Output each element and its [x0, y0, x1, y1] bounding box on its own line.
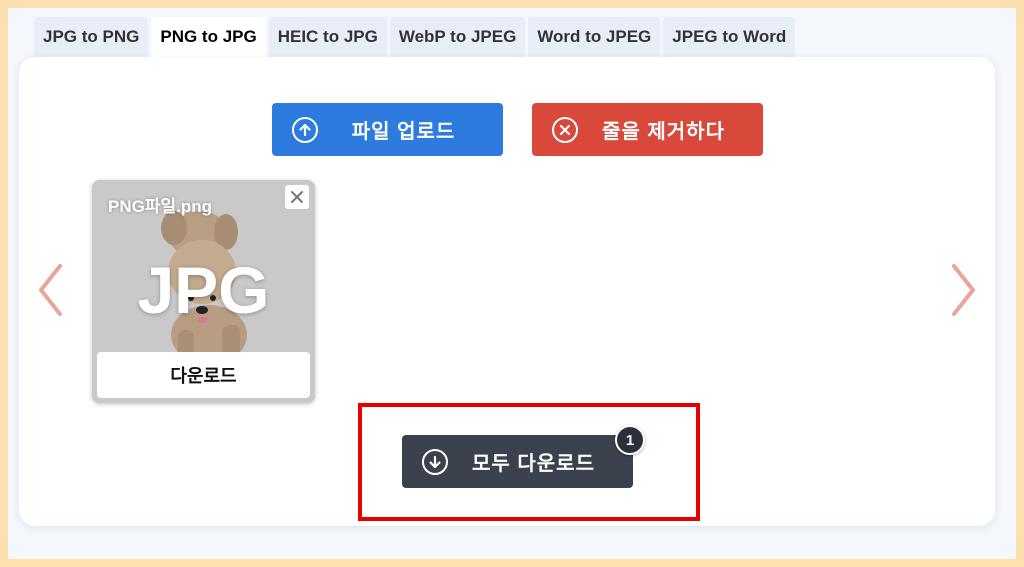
upload-file-button[interactable]: 파일 업로드	[272, 103, 503, 156]
upload-file-label: 파일 업로드	[351, 121, 456, 143]
clear-queue-button[interactable]: 줄을 제거하다	[532, 103, 763, 156]
target-format-overlay: JPG	[137, 253, 270, 327]
download-all-label: 모두 다운로드	[472, 453, 595, 475]
file-name: PNG파일.png	[108, 197, 212, 216]
chevron-right-icon[interactable]	[949, 262, 979, 323]
file-card: PNG파일.png JPG 다운로드	[92, 180, 315, 403]
converter-tabs: JPG to PNG PNG to JPG HEIC to JPG WebP t…	[34, 17, 796, 57]
page-container: JPG to PNG PNG to JPG HEIC to JPG WebP t…	[8, 8, 1016, 559]
converter-panel: 파일 업로드 줄을 제거하다 PNG파일.png JPG 다운로드 모두 다운로…	[19, 57, 995, 526]
close-icon	[291, 191, 303, 203]
clear-queue-label: 줄을 제거하다	[602, 121, 725, 143]
tab-png-to-jpg[interactable]: PNG to JPG	[151, 17, 266, 57]
arrow-down-circle-icon	[422, 448, 448, 475]
arrow-up-circle-icon	[292, 116, 318, 143]
remove-file-button[interactable]	[285, 185, 309, 209]
download-file-button[interactable]: 다운로드	[97, 352, 310, 398]
tab-word-to-jpeg[interactable]: Word to JPEG	[528, 17, 661, 57]
tab-jpg-to-png[interactable]: JPG to PNG	[34, 17, 149, 57]
file-count-badge: 1	[615, 425, 645, 455]
tab-webp-to-jpeg[interactable]: WebP to JPEG	[389, 17, 526, 57]
chevron-left-icon[interactable]	[35, 262, 65, 323]
download-all-button[interactable]: 모두 다운로드	[402, 435, 633, 488]
tab-jpeg-to-word[interactable]: JPEG to Word	[663, 17, 796, 57]
x-circle-icon	[552, 116, 578, 143]
tab-heic-to-jpg[interactable]: HEIC to JPG	[268, 17, 387, 57]
